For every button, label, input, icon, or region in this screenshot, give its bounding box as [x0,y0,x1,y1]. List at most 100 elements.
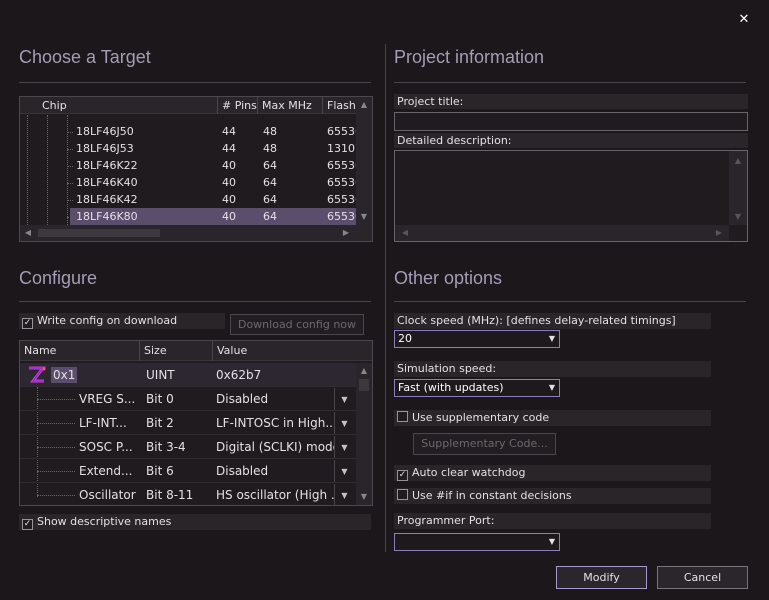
divider [394,82,746,83]
scroll-down-icon[interactable]: ▼ [356,211,372,223]
config-grid-vscroll[interactable]: ▲ ▼ [356,363,372,505]
root-name: 0x1 [51,367,78,383]
checkbox-checked-icon[interactable]: ✓ [22,318,33,329]
scroll-left-icon[interactable]: ◀ [399,227,411,239]
chip-grid[interactable]: Chip # Pins Max MHz Flash 18LF46J50 44 48 6… [19,96,373,242]
programmer-port-select[interactable]: ▼ [394,533,560,551]
chip-pins-cell: 44 [222,125,236,138]
chip-grid-header: Chip # Pins Max MHz Flash [20,97,356,114]
col-size[interactable]: Size [140,341,213,361]
supplementary-code-button[interactable]: Supplementary Code... [413,433,556,455]
supplementary-checkbox[interactable]: Use supplementary code [394,410,711,426]
config-size-cell: Bit 3-4 [146,440,186,454]
use-ifdef-checkbox[interactable]: Use #if in constant decisions [394,488,711,504]
column-separator [385,44,386,552]
root-value: 0x62b7 [216,368,262,382]
config-name-cell: Oscillator [79,488,136,502]
tree-connector [37,399,75,400]
chip-grid-vscroll[interactable]: ▲ ▼ [356,97,372,225]
chevron-down-icon[interactable]: ▼ [334,460,354,482]
z-logo-icon [26,365,48,385]
config-row[interactable]: LF-INT... Bit 2 LF-INTOSC in High... ▼ [20,411,356,435]
scroll-right-icon[interactable]: ▶ [713,227,725,239]
project-title-input[interactable] [394,112,748,131]
modify-button[interactable]: Modify [556,566,647,589]
write-config-label: Write config on download [37,314,178,327]
programmer-port-label: Programmer Port: [394,513,711,529]
col-pins[interactable]: # Pins [218,97,258,114]
config-row[interactable]: SOSC P... Bit 3-4 Digital (SCLKI) mode ▼ [20,435,356,459]
chip-flash-cell: 65536 [327,125,357,138]
scroll-down-icon[interactable]: ▼ [729,211,747,223]
tree-guide [47,115,48,225]
checkbox-unchecked-icon[interactable] [397,489,408,500]
divider [394,301,746,302]
chip-name-cell: 18LF46K22 [76,159,138,172]
project-title-label: Project title: [394,94,748,109]
scroll-down-icon[interactable]: ▼ [356,491,372,503]
config-size-cell: Bit 8-11 [146,488,194,502]
use-ifdef-label: Use #if in constant decisions [412,489,572,502]
chip-flash-cell: 65536 [327,193,357,206]
root-size: UINT [146,368,175,382]
chevron-down-icon[interactable]: ▼ [334,388,354,410]
col-max-mhz[interactable]: Max MHz [258,97,323,114]
supplementary-label: Use supplementary code [412,411,550,424]
chip-pins-cell: 40 [222,176,236,189]
config-grid[interactable]: Name Size Value 0x1 UINT 0x62b7 VREG S..… [19,340,373,506]
cancel-button[interactable]: Cancel [657,566,748,589]
config-name-cell: SOSC P... [79,440,133,454]
sim-speed-select[interactable]: Fast (with updates) ▼ [394,379,560,397]
config-name-cell: LF-INT... [79,416,127,430]
scroll-up-icon[interactable]: ▲ [729,155,747,167]
config-row[interactable]: VREG S... Bit 0 Disabled ▼ [20,387,356,411]
col-chip[interactable]: Chip [20,97,218,114]
chip-grid-hscroll[interactable]: ◀ ▶ [20,225,372,241]
auto-watchdog-label: Auto clear watchdog [412,466,526,479]
write-config-checkbox[interactable]: ✓ Write config on download [19,313,225,329]
config-value-cell: Digital (SCLKI) mode [216,440,334,454]
download-config-button[interactable]: Download config now [230,314,364,335]
auto-watchdog-checkbox[interactable]: ✓ Auto clear watchdog [394,465,711,481]
chevron-down-icon: ▼ [548,537,555,546]
project-info-title: Project information [394,47,545,67]
choose-target-title: Choose a Target [19,47,151,67]
description-textarea[interactable]: ▲ ▼ ◀ ▶ [394,150,748,242]
show-names-checkbox[interactable]: ✓ Show descriptive names [19,514,371,530]
chip-mhz-cell: 64 [263,193,277,206]
chevron-down-icon: ▼ [548,334,555,343]
hscroll-thumb[interactable] [38,229,160,237]
description-vscroll[interactable]: ▲ ▼ [729,151,747,225]
chip-name-cell: 18LF46K80 [76,210,138,223]
description-hscroll[interactable]: ◀ ▶ [395,225,729,241]
chevron-down-icon[interactable]: ▼ [334,436,354,458]
config-root-row[interactable]: 0x1 UINT 0x62b7 [20,363,372,387]
scroll-up-icon[interactable]: ▲ [356,99,372,111]
scroll-up-icon[interactable]: ▲ [356,365,372,377]
scroll-right-icon[interactable]: ▶ [340,227,352,239]
config-row[interactable]: Oscillator Bit 8-11 HS oscillator (High ..… [20,483,356,505]
config-value-cell: Disabled [216,464,269,478]
col-value[interactable]: Value [213,341,372,361]
config-name-cell: Extend... [79,464,133,478]
chevron-down-icon[interactable]: ▼ [334,484,354,505]
chip-row[interactable]: 18LF46J53 44 48 131072 [70,140,357,157]
config-size-cell: Bit 6 [146,464,174,478]
chip-row[interactable]: 18LF46K80 40 64 65536 [70,208,357,225]
chevron-down-icon[interactable]: ▼ [334,412,354,434]
clock-speed-select[interactable]: 20 ▼ [394,330,560,348]
chip-row[interactable]: 18LF46J50 44 48 65536 [70,123,357,140]
config-size-cell: Bit 2 [146,416,174,430]
checkbox-unchecked-icon[interactable] [397,411,408,422]
checkbox-checked-icon[interactable]: ✓ [397,470,408,481]
config-row[interactable]: Extend... Bit 6 Disabled ▼ [20,459,356,483]
chip-row[interactable]: 18LF46K22 40 64 65536 [70,157,357,174]
chip-row[interactable]: 18LF46K40 40 64 65536 [70,174,357,191]
vscroll-thumb[interactable] [359,379,369,391]
col-name[interactable]: Name [20,341,140,361]
divider [19,301,371,302]
scroll-left-icon[interactable]: ◀ [22,227,34,239]
checkbox-checked-icon[interactable]: ✓ [22,519,33,530]
close-icon[interactable]: ✕ [736,12,752,28]
chip-row[interactable]: 18LF46K42 40 64 65536 [70,191,357,208]
